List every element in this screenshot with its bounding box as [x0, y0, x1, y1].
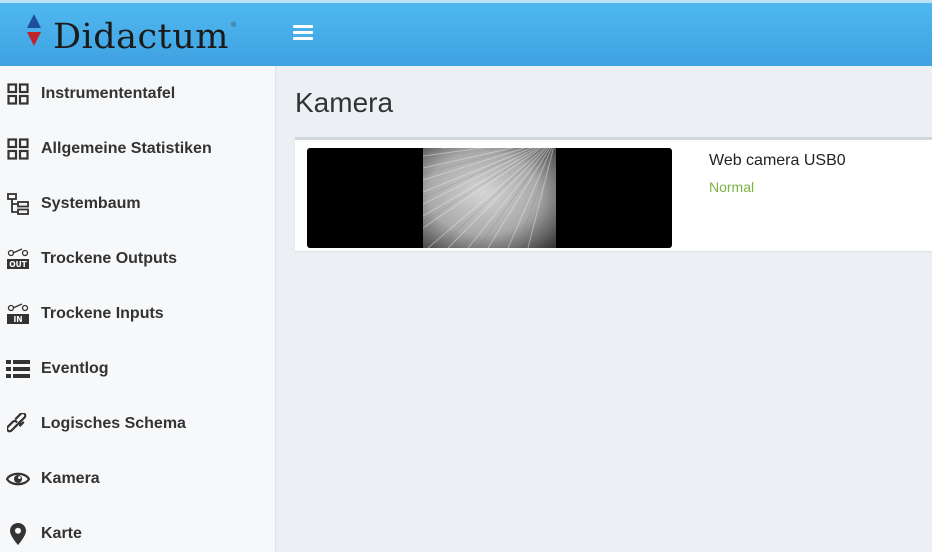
sidebar-item-trockene-inputs[interactable]: IN Trockene Inputs	[0, 286, 275, 341]
didactum-arrows-icon	[27, 14, 41, 46]
brand-name: Didactum	[53, 17, 229, 57]
dry-output-icon-text: OUT	[9, 260, 27, 269]
sidebar-item-label: Allgemeine Statistiken	[41, 140, 212, 157]
brand-registered-mark: ®	[231, 22, 237, 29]
dry-output-icon: OUT	[5, 247, 31, 271]
sidebar-item-label: Kamera	[41, 470, 100, 487]
dashboard-grid-icon	[5, 82, 31, 106]
sidebar-item-eventlog[interactable]: Eventlog	[0, 341, 275, 396]
camera-name[interactable]: Web camera USB0	[709, 152, 846, 170]
brand-logo[interactable]: Didactum ®	[0, 3, 276, 66]
camera-status: Normal	[709, 179, 755, 195]
sidebar-item-label: Trockene Inputs	[41, 305, 164, 322]
sidebar-item-karte[interactable]: Karte	[0, 506, 275, 552]
sidebar-item-label: Trockene Outputs	[41, 250, 178, 267]
dry-input-icon-text: IN	[13, 315, 22, 324]
main-content: Kamera Web camera USB0 Normal	[276, 66, 932, 552]
camera-preview[interactable]	[307, 148, 672, 248]
eye-icon	[5, 467, 31, 491]
statistics-grid-icon	[5, 137, 31, 161]
sidebar-item-label: Logisches Schema	[41, 415, 186, 432]
sidebar-item-label: Eventlog	[41, 360, 109, 377]
sidebar: Instrumententafel Allgemeine Statistiken…	[0, 66, 276, 552]
sidebar-item-instrumententafel[interactable]: Instrumententafel	[0, 66, 275, 121]
top-bar: Didactum ®	[0, 0, 932, 66]
sidebar-item-allgemeine-statistiken[interactable]: Allgemeine Statistiken	[0, 121, 275, 176]
sidebar-item-logisches-schema[interactable]: Logisches Schema	[0, 396, 275, 451]
sidebar-item-label: Karte	[41, 525, 82, 542]
sidebar-item-trockene-outputs[interactable]: OUT Trockene Outputs	[0, 231, 275, 286]
camera-card: Web camera USB0 Normal	[295, 137, 932, 251]
hamburger-icon[interactable]	[293, 25, 313, 43]
link-icon	[5, 412, 31, 436]
sidebar-item-kamera[interactable]: Kamera	[0, 451, 275, 506]
dry-input-icon: IN	[5, 302, 31, 326]
sidebar-item-label: Instrumententafel	[41, 85, 176, 102]
sidebar-item-label: Systembaum	[41, 195, 141, 212]
page-title: Kamera	[295, 87, 394, 118]
sidebar-item-systembaum[interactable]: Systembaum	[0, 176, 275, 231]
list-icon	[5, 357, 31, 381]
tree-icon	[5, 192, 31, 216]
camera-snapshot	[423, 148, 556, 248]
map-marker-icon	[5, 522, 31, 546]
